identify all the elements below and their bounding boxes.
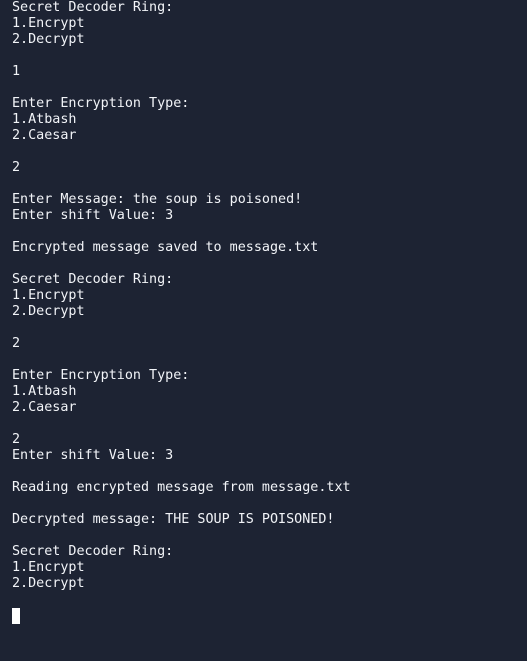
terminal-line: 1 <box>12 64 21 79</box>
terminal-line: 2.Decrypt <box>12 32 85 47</box>
terminal-line: 2.Decrypt <box>12 576 85 591</box>
terminal-line: 2 <box>12 336 21 351</box>
terminal-line: Enter Message: the soup is poisoned! <box>12 192 303 207</box>
terminal-line: 1.Atbash <box>12 112 77 127</box>
terminal-line: Enter shift Value: 3 <box>12 208 174 223</box>
terminal-line: Secret Decoder Ring: <box>12 544 174 559</box>
terminal-window[interactable]: Secret Decoder Ring: 1.Encrypt 2.Decrypt… <box>0 0 527 661</box>
terminal-line: Enter Encryption Type: <box>12 368 190 383</box>
terminal-line: 2.Decrypt <box>12 304 85 319</box>
terminal-line: 2 <box>12 432 21 447</box>
text-cursor <box>12 608 20 624</box>
terminal-line: Secret Decoder Ring: <box>12 272 174 287</box>
terminal-line: 2.Caesar <box>12 128 77 143</box>
terminal-line: Secret Decoder Ring: <box>12 0 174 15</box>
terminal-line: 1.Encrypt <box>12 288 85 303</box>
terminal-line: Reading encrypted message from message.t… <box>12 480 351 495</box>
terminal-line: 2.Caesar <box>12 400 77 415</box>
input-prompt-line[interactable] <box>12 608 527 624</box>
terminal-line: 2 <box>12 160 21 175</box>
terminal-line: 1.Atbash <box>12 384 77 399</box>
terminal-line: Enter Encryption Type: <box>12 96 190 111</box>
terminal-line: Encrypted message saved to message.txt <box>12 240 319 255</box>
terminal-line: Enter shift Value: 3 <box>12 448 174 463</box>
terminal-line: 1.Encrypt <box>12 16 85 31</box>
terminal-line: Decrypted message: THE SOUP IS POISONED! <box>12 512 335 527</box>
terminal-line: 1.Encrypt <box>12 560 85 575</box>
